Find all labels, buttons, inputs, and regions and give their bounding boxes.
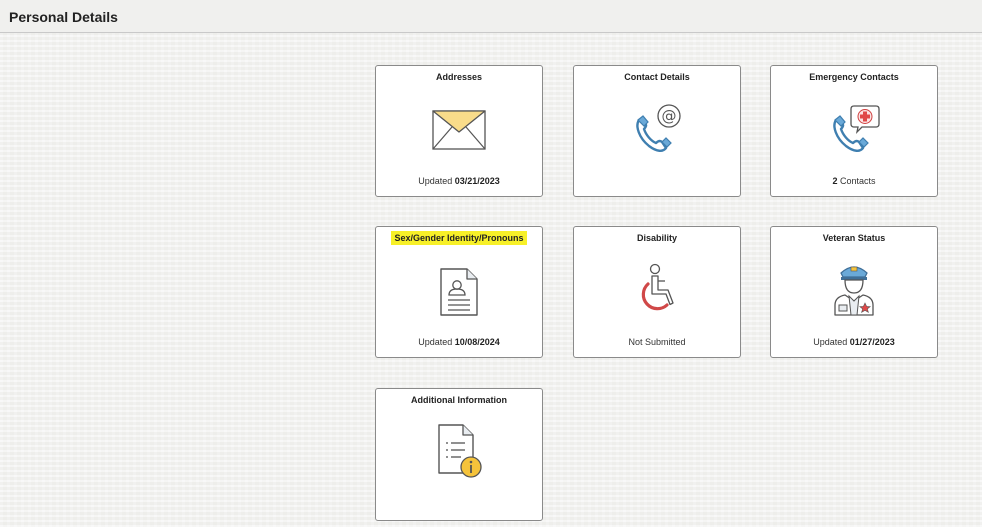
footer-prefix: Contacts [840, 176, 876, 186]
document-info-icon [435, 423, 483, 484]
tile-addresses[interactable]: Addresses Updated 03/21/2023 [375, 65, 543, 197]
wheelchair-icon [635, 263, 679, 320]
footer-prefix: Not Submitted [628, 337, 686, 347]
tile-footer: Not Submitted [574, 337, 740, 347]
page-title: Personal Details [9, 9, 118, 25]
footer-prefix: Updated [813, 337, 848, 347]
tile-title: Additional Information [411, 395, 507, 405]
veteran-icon [827, 259, 881, 322]
envelope-icon [432, 110, 486, 155]
tile-footer: Updated 10/08/2024 [376, 337, 542, 347]
tile-footer: Updated 01/27/2023 [771, 337, 937, 347]
svg-text:@: @ [662, 107, 677, 125]
tile-footer: Updated 03/21/2023 [376, 176, 542, 186]
highlighted-title: Sex/Gender Identity/Pronouns [391, 231, 527, 245]
tile-title: Addresses [435, 72, 483, 82]
footer-value: 10/08/2024 [454, 337, 500, 347]
footer-prefix: Updated [418, 337, 453, 347]
tile-title: Sex/Gender Identity/Pronouns [376, 231, 542, 245]
id-document-icon [437, 267, 481, 322]
tile-veteran-status[interactable]: Veteran Status Updated 01/27/2023 [770, 226, 938, 358]
phone-medical-icon [826, 102, 882, 159]
footer-value: 2 [832, 176, 838, 186]
tile-footer: 2 Contacts [771, 176, 937, 186]
footer-value: 01/27/2023 [849, 337, 895, 347]
tile-emergency-contacts[interactable]: Emergency Contacts 2 Contacts [770, 65, 938, 197]
tile-contact-details[interactable]: Contact Details @ [573, 65, 741, 197]
tile-title: Disability [636, 233, 677, 243]
phone-at-icon: @ [629, 102, 685, 159]
footer-prefix: Updated [418, 176, 453, 186]
tile-sex-gender-pronouns[interactable]: Sex/Gender Identity/Pronouns Updated 10/… [375, 226, 543, 358]
tile-disability[interactable]: Disability Not Submitted [573, 226, 741, 358]
footer-value: 03/21/2023 [454, 176, 500, 186]
tile-additional-information[interactable]: Additional Information [375, 388, 543, 521]
tile-title: Contact Details [624, 72, 690, 82]
tile-title: Emergency Contacts [809, 72, 899, 82]
page-header: Personal Details [0, 0, 982, 33]
tile-title: Veteran Status [822, 233, 886, 243]
